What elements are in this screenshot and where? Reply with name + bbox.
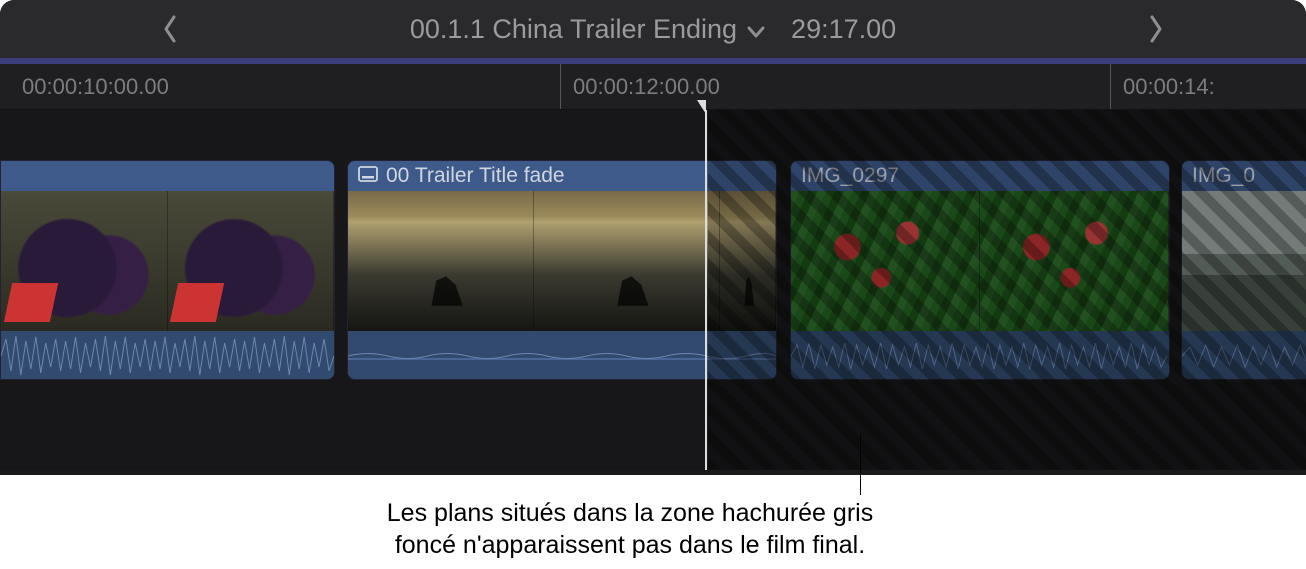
clip-thumbnails xyxy=(791,191,1169,331)
clip-audio-waveform xyxy=(1,331,334,380)
title-clip-icon xyxy=(358,161,378,191)
clip-label: IMG_0297 xyxy=(791,161,1169,191)
track-area[interactable]: 00 Trailer Title fade IMG_0297 xyxy=(0,110,1306,470)
ruler-tick: 00:00:10:00.00 xyxy=(22,64,169,109)
clip-label-text: 00 Trailer Title fade xyxy=(386,161,565,191)
chevron-down-icon xyxy=(747,14,765,45)
ruler-tick: 00:00:14: xyxy=(1110,64,1215,109)
chevron-right-icon xyxy=(1147,14,1165,44)
thumbnail xyxy=(534,191,720,331)
project-title-group[interactable]: 00.1.1 China Trailer Ending 29:17.00 xyxy=(410,14,896,45)
clip[interactable]: IMG_0297 xyxy=(790,160,1170,380)
clip-audio-waveform xyxy=(1182,331,1306,380)
project-title: 00.1.1 China Trailer Ending xyxy=(410,14,765,45)
clip-label-text: IMG_0 xyxy=(1192,161,1255,191)
callout-leader-line xyxy=(860,435,861,495)
callout-line-2: foncé n'apparaissent pas dans le film fi… xyxy=(395,531,865,559)
clip-thumbnails xyxy=(348,191,776,331)
thumbnail xyxy=(1182,191,1306,331)
clip-label: IMG_0 xyxy=(1182,161,1306,191)
clip-thumbnails xyxy=(1,191,334,331)
timeline-window: 00.1.1 China Trailer Ending 29:17.00 00:… xyxy=(0,0,1306,475)
clip-audio-waveform xyxy=(791,331,1169,380)
clip-audio-waveform xyxy=(348,331,776,380)
thumbnail xyxy=(980,191,1169,331)
thumbnail xyxy=(1,191,168,331)
chevron-left-icon xyxy=(161,14,179,44)
clip[interactable]: 00 Trailer Title fade xyxy=(347,160,777,380)
time-ruler[interactable]: 00:00:10:00.00 00:00:12:00.00 00:00:14: xyxy=(0,64,1306,110)
callout-text: Les plans situés dans la zone hachurée g… xyxy=(300,497,960,561)
thumbnail xyxy=(168,191,335,331)
clip-thumbnails xyxy=(1182,191,1306,331)
prev-project-button[interactable] xyxy=(120,0,220,58)
clip[interactable]: IMG_0 xyxy=(1181,160,1306,380)
thumbnail xyxy=(791,191,980,331)
thumbnail xyxy=(720,191,776,331)
callout-line-1: Les plans situés dans la zone hachurée g… xyxy=(387,499,873,527)
clip-label-text: IMG_0297 xyxy=(801,161,899,191)
timeline-header: 00.1.1 China Trailer Ending 29:17.00 xyxy=(0,0,1306,58)
next-project-button[interactable] xyxy=(1106,0,1206,58)
clip-label xyxy=(1,161,334,191)
ruler-tick: 00:00:12:00.00 xyxy=(560,64,720,109)
clip-label: 00 Trailer Title fade xyxy=(348,161,776,191)
project-title-text: 00.1.1 China Trailer Ending xyxy=(410,14,737,45)
thumbnail xyxy=(348,191,534,331)
primary-storyline: 00 Trailer Title fade IMG_0297 xyxy=(0,160,1306,380)
project-duration: 29:17.00 xyxy=(791,14,896,45)
clip[interactable] xyxy=(0,160,335,380)
